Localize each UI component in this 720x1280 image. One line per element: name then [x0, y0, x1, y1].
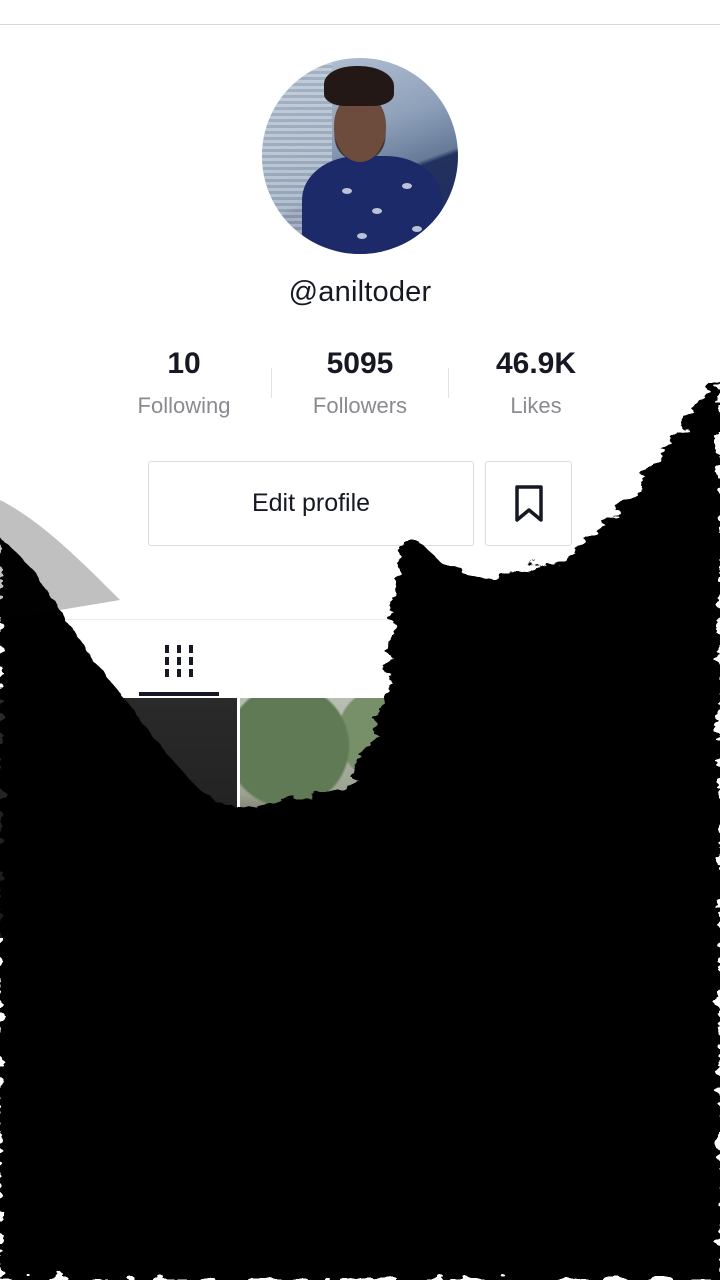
tab-videos[interactable]: [139, 626, 219, 696]
top-divider: [0, 24, 720, 25]
stat-divider: [271, 368, 272, 398]
stat-followers[interactable]: 5095 Followers: [280, 344, 440, 428]
stat-likes[interactable]: 46.9K Likes: [456, 344, 616, 428]
favorites-button[interactable]: [485, 461, 572, 546]
likes-count: 46.9K: [495, 347, 577, 380]
followers-count: 5095: [326, 347, 394, 380]
grid-icon: [165, 645, 193, 677]
stat-following[interactable]: 10 Following: [104, 344, 264, 428]
following-label: Following: [137, 393, 231, 418]
edit-profile-button[interactable]: Edit profile: [148, 461, 474, 546]
likes-label: Likes: [510, 393, 562, 418]
followers-label: Followers: [312, 393, 408, 418]
video-thumbnail[interactable]: [0, 698, 237, 938]
tab-divider: [0, 619, 720, 620]
bookmark-icon: [514, 484, 543, 522]
stat-divider: [448, 368, 449, 398]
video-thumbnail[interactable]: [240, 698, 480, 938]
avatar[interactable]: [262, 58, 458, 254]
tab-underline: [139, 692, 219, 696]
username: @aniltoder: [288, 276, 432, 308]
following-count: 10: [167, 347, 201, 380]
